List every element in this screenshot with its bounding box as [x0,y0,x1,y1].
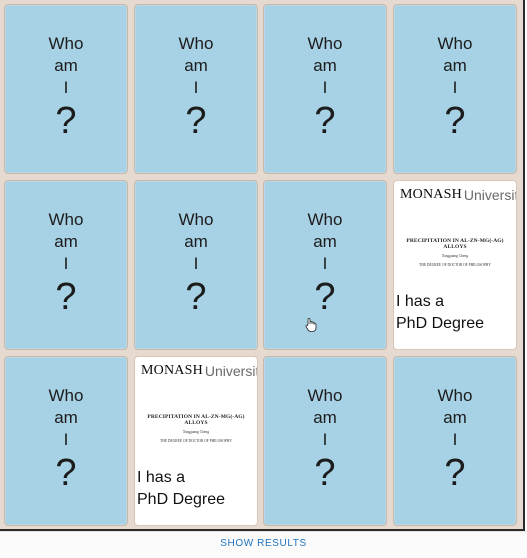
card-text-am: am [184,232,208,251]
card-7[interactable]: Who am I ? [263,180,387,350]
card-6[interactable]: Who am I ? [134,180,258,350]
footer-bar: SHOW RESULTS [0,531,527,558]
card-question-mark: ? [314,100,336,142]
card-text-i: I [322,430,328,449]
thesis-degree: THE DEGREE OF DOCTOR OF PHILOSOPHY [160,439,232,443]
thesis-author: Xingguang Cheng [441,254,469,258]
card-question-mark: ? [55,100,77,142]
show-results-button[interactable]: SHOW RESULTS [0,538,527,549]
card-caption: I has a PhD Degree [396,291,484,335]
hand-pointer-icon [305,318,317,332]
card-12[interactable]: Who am I ? [393,356,517,526]
card-text-who: Who [437,34,473,53]
card-10-revealed[interactable]: MONASH University PRECIPITATION IN AL-ZN… [134,356,258,526]
card-text-am: am [54,408,78,427]
caption-line-2: PhD Degree [137,491,226,508]
card-text-who: Who [48,34,84,53]
card-11[interactable]: Who am I ? [263,356,387,526]
brand-monash: MONASH [400,187,462,202]
card-2[interactable]: Who am I ? [134,4,258,174]
card-text-who: Who [178,210,214,229]
card-text-who: Who [437,386,473,405]
card-question-mark: ? [314,452,336,494]
card-caption: I has a PhD Degree [137,467,225,511]
brand-university: University [204,363,257,379]
card-text-i: I [193,254,199,273]
card-text-who: Who [307,34,343,53]
card-question-mark: ? [314,276,336,318]
card-text-i: I [322,78,328,97]
university-logo: MONASH University [397,186,516,204]
thesis-title: PRECIPITATION IN AL-ZN-MG(-AG) ALLOYS [147,414,245,426]
card-text-am: am [184,56,208,75]
card-text-i: I [63,78,69,97]
card-text-i: I [322,254,328,273]
card-text-who: Who [307,386,343,405]
card-text-am: am [54,232,78,251]
card-text-am: am [443,56,467,75]
university-logo: MONASH University [138,362,257,380]
card-text-am: am [54,56,78,75]
card-1[interactable]: Who am I ? [4,4,128,174]
card-text-who: Who [178,34,214,53]
card-text-i: I [63,254,69,273]
card-question-mark: ? [444,100,466,142]
card-question-mark: ? [55,276,77,318]
thesis-degree: THE DEGREE OF DOCTOR OF PHILOSOPHY [419,263,491,267]
card-question-mark: ? [55,452,77,494]
card-text-i: I [452,430,458,449]
brand-university: University [463,187,516,203]
card-3[interactable]: Who am I ? [263,4,387,174]
card-text-i: I [63,430,69,449]
card-text-am: am [313,232,337,251]
thesis-title: PRECIPITATION IN AL-ZN-MG(-AG) ALLOYS [406,238,504,250]
card-5[interactable]: Who am I ? [4,180,128,350]
card-text-am: am [313,56,337,75]
card-4[interactable]: Who am I ? [393,4,517,174]
card-8-revealed[interactable]: MONASH University PRECIPITATION IN AL-ZN… [393,180,517,350]
card-text-am: am [443,408,467,427]
memory-game-board: Who am I ? Who am I ? Who am I ? Who am … [0,0,525,531]
card-text-i: I [452,78,458,97]
card-question-mark: ? [185,276,207,318]
card-text-who: Who [307,210,343,229]
card-text-i: I [193,78,199,97]
caption-line-2: PhD Degree [396,315,485,332]
card-text-am: am [313,408,337,427]
caption-line-1: I has a [137,469,186,486]
card-text-who: Who [48,210,84,229]
card-question-mark: ? [185,100,207,142]
caption-line-1: I has a [396,293,445,310]
brand-monash: MONASH [141,363,203,378]
thesis-author: Xingguang Cheng [182,430,210,434]
card-9[interactable]: Who am I ? [4,356,128,526]
card-question-mark: ? [444,452,466,494]
card-text-who: Who [48,386,84,405]
